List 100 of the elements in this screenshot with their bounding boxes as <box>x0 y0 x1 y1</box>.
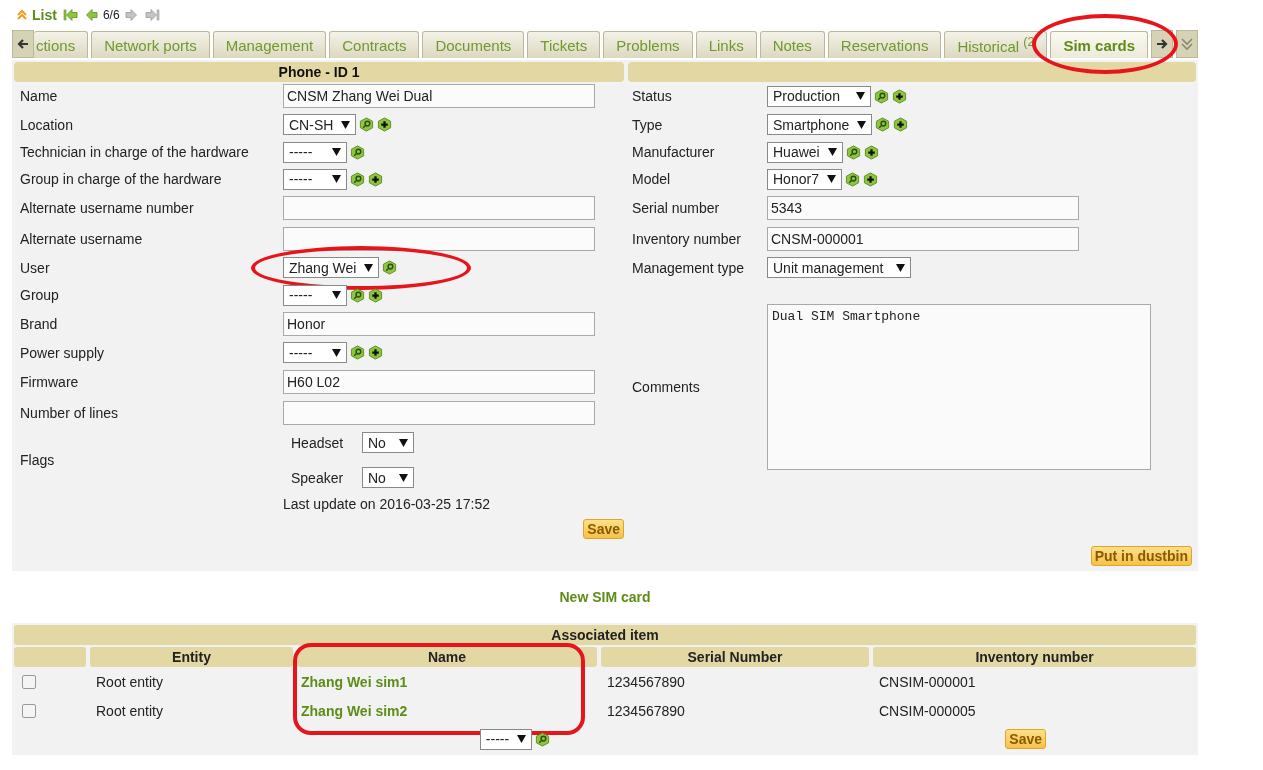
header-cell <box>14 647 86 667</box>
caret-icon <box>399 438 408 447</box>
arrow-right-icon <box>1156 38 1169 50</box>
column-header: Entity <box>90 647 293 667</box>
text-field[interactable] <box>283 226 595 251</box>
caret-icon <box>827 148 837 156</box>
double-chevron-icon <box>1180 37 1194 51</box>
caret-icon <box>896 263 905 272</box>
save-button[interactable]: Save <box>1005 729 1046 749</box>
field-label: Comments <box>632 378 701 395</box>
last-update-text: Last update on 2016-03-25 17:52 <box>283 496 492 512</box>
caret-icon <box>517 735 527 743</box>
caret-icon <box>332 348 341 357</box>
caret-icon <box>341 120 351 129</box>
field-label: Group <box>20 287 60 303</box>
flag-label: Speaker <box>291 469 345 486</box>
text-field[interactable]: CNSM-000001 <box>767 226 1079 251</box>
text-field[interactable]: 5343 <box>767 196 1079 220</box>
text-field[interactable]: Honor <box>283 311 595 336</box>
dropdown[interactable]: Production <box>767 85 871 107</box>
arrow-left-icon <box>16 38 29 50</box>
list-link[interactable]: List <box>32 7 57 23</box>
search-icon[interactable] <box>350 144 365 160</box>
caret-icon <box>332 175 341 183</box>
flag-label: Headset <box>291 434 345 451</box>
dropdown[interactable]: CN-SH <box>283 114 357 135</box>
dropdown[interactable]: ----- <box>283 168 347 190</box>
dropdown[interactable]: Unit management <box>767 257 911 278</box>
row-checkbox[interactable] <box>22 703 36 718</box>
apply-icon[interactable] <box>535 731 551 747</box>
field-label: Serial number <box>632 200 721 216</box>
tab[interactable]: Sim cards <box>1050 31 1149 58</box>
caret-icon <box>332 291 341 299</box>
text-field[interactable] <box>283 400 595 425</box>
caret-icon <box>857 120 867 129</box>
field-label: Status <box>632 88 673 104</box>
table-cell-text: CNSIM-000005 <box>878 702 976 719</box>
row-checkbox[interactable] <box>22 674 36 689</box>
add-icon[interactable] <box>368 287 383 303</box>
field-label: Flags <box>20 452 56 468</box>
new-sim-card-link[interactable]: New SIM card <box>559 589 651 605</box>
field-label: Name <box>20 88 59 104</box>
field-label: Technician in charge of the hardware <box>20 144 250 160</box>
dropdown[interactable]: ----- <box>283 342 347 363</box>
search-icon[interactable] <box>350 287 365 303</box>
field-label: Manufacturer <box>632 144 716 160</box>
sim-name-link[interactable]: Zhang Wei sim2 <box>297 702 408 719</box>
field-label: Alternate username <box>20 230 144 247</box>
sim-name-link[interactable]: Zhang Wei sim1 <box>297 673 408 690</box>
dustbin-button[interactable]: Put in dustbin <box>1090 545 1192 566</box>
add-icon[interactable] <box>892 88 907 104</box>
save-button[interactable]: Save <box>583 519 624 539</box>
field-label: Brand <box>20 315 59 332</box>
comments-field[interactable]: Dual SIM Smartphone <box>767 303 1151 470</box>
text-field[interactable]: CNSM Zhang Wei Dual <box>283 84 595 108</box>
first-page-icon[interactable] <box>62 8 79 22</box>
dropdown[interactable]: No <box>362 432 414 453</box>
search-icon[interactable] <box>844 171 860 187</box>
field-label: Firmware <box>20 374 80 390</box>
add-icon[interactable] <box>377 117 393 132</box>
add-icon[interactable] <box>863 144 879 160</box>
search-icon[interactable] <box>350 345 365 360</box>
search-icon[interactable] <box>874 88 889 104</box>
add-icon[interactable] <box>893 117 909 132</box>
text-field[interactable]: H60 L02 <box>283 370 595 394</box>
dropdown[interactable]: Zhang Wei <box>283 257 380 278</box>
dropdown[interactable]: Honor7 <box>767 168 842 190</box>
search-icon[interactable] <box>359 117 375 132</box>
section-header: Phone - ID 1 <box>14 62 624 82</box>
caret-icon <box>826 175 836 183</box>
column-header: Inventory number <box>873 647 1196 667</box>
add-icon[interactable] <box>862 171 878 187</box>
action-dropdown[interactable]: ----- <box>479 728 533 750</box>
search-icon[interactable] <box>350 171 365 187</box>
search-icon[interactable] <box>845 144 861 160</box>
search-icon[interactable] <box>382 260 398 275</box>
add-icon[interactable] <box>368 171 383 187</box>
scroll-left-button[interactable] <box>12 30 34 58</box>
search-icon[interactable] <box>875 117 891 132</box>
dropdown[interactable]: ----- <box>283 141 347 163</box>
column-header: Serial Number <box>601 647 869 667</box>
scroll-right-button[interactable] <box>1151 30 1174 58</box>
add-icon[interactable] <box>368 345 383 360</box>
text-field[interactable] <box>283 196 595 220</box>
dropdown[interactable]: Smartphone <box>767 114 873 135</box>
table-title: Associated item <box>14 625 1196 645</box>
table-cell-text: Root entity <box>95 702 163 719</box>
field-label: Type <box>632 116 664 133</box>
field-label: User <box>20 259 51 276</box>
page-counter: 6/6 <box>102 8 120 22</box>
dropdown[interactable]: ----- <box>283 284 347 306</box>
field-label: Number of lines <box>20 404 120 421</box>
table-cell-text: Root entity <box>95 673 163 690</box>
dropdown[interactable]: Huawei <box>767 141 843 163</box>
field-label: Power supply <box>20 344 106 361</box>
table-cell-text: CNSIM-000001 <box>878 673 976 690</box>
dropdown[interactable]: No <box>362 467 414 488</box>
field-label: Alternate username number <box>20 200 195 216</box>
field-label: Model <box>632 171 672 187</box>
field-label: Management type <box>632 259 746 276</box>
